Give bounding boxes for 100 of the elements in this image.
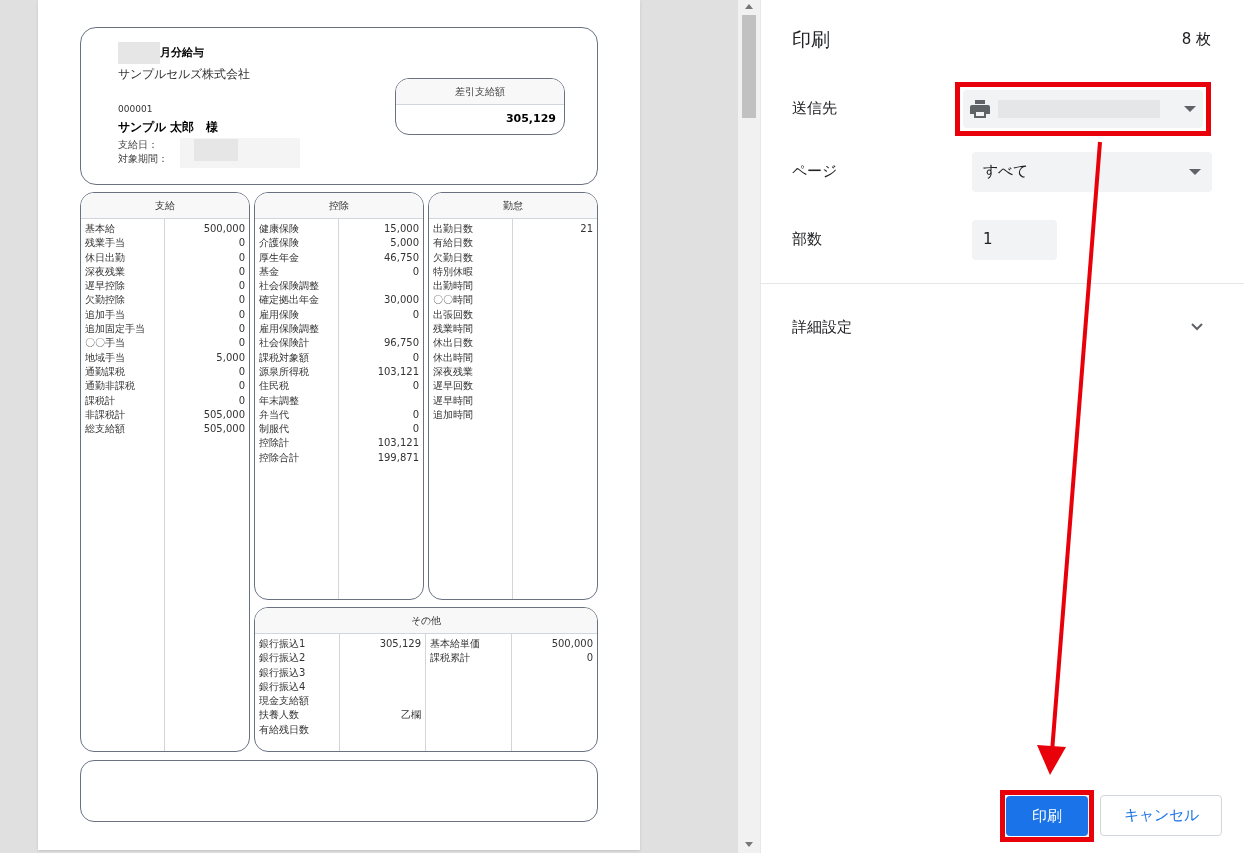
item-label: 介護保険 [259,236,299,251]
dropdown-caret-icon [1184,105,1196,112]
item-label: 弁当代 [259,407,289,422]
item-label: 通勤課税 [85,364,125,379]
item-value: 505,000 [203,407,245,422]
section-title: 勤怠 [503,199,523,213]
item-value: 0 [412,350,419,365]
item-value: 46,750 [384,250,419,265]
item-value: 0 [412,407,419,422]
item-label: 追加時間 [433,407,473,422]
item-value: 0 [412,307,419,322]
item-label: 雇用保険調整 [259,322,319,337]
item-label: 追加固定手当 [85,322,145,337]
item-label: 出張回数 [433,307,473,322]
item-value: 0 [238,336,245,351]
item-label: 銀行振込3 [259,665,306,680]
item-label: 銀行振込1 [259,637,306,651]
employee-id: 000001 [118,103,153,116]
item-value: 505,000 [203,422,245,437]
item-label: 深夜残業 [85,264,125,279]
item-label: 控除計 [259,436,289,451]
employee-name: サンプル 太郎 様 [118,118,219,136]
item-label: 銀行振込2 [259,651,306,666]
item-label: 年末調整 [259,393,299,408]
item-value: 103,121 [377,436,419,451]
item-value: 0 [238,236,245,251]
item-value: 0 [238,307,245,322]
item-label: 基本給 [85,222,115,236]
dialog-title: 印刷 [792,27,830,52]
item-label: 深夜残業 [433,364,473,379]
pages-label: ページ [792,161,838,183]
item-label: 課税計 [85,393,115,408]
item-label: 〇〇時間 [433,293,473,308]
item-label: 通勤非課税 [85,379,135,394]
item-label: 遅早控除 [85,279,125,294]
pay-date-label: 支給日： [118,137,158,152]
scrollbar[interactable] [738,0,760,853]
scroll-up-icon[interactable] [745,4,753,9]
item-label: 〇〇手当 [85,336,125,351]
item-label: 課税対象額 [259,350,309,365]
item-value: 0 [238,264,245,279]
destination-select[interactable] [963,89,1203,128]
item-label: 休日出勤 [85,250,125,265]
item-label: 基本給単価 [430,637,480,651]
cancel-button[interactable]: キャンセル [1100,795,1222,836]
item-label: 扶養人数 [259,708,299,723]
net-pay-amount: 305,129 [505,111,556,128]
period-label: 対象期間： [118,151,168,166]
item-label: 地域手当 [85,350,125,365]
item-label: 追加手当 [85,307,125,322]
item-label: 社会保険計 [259,336,309,351]
item-value: 96,750 [384,336,419,351]
item-label: 課税累計 [430,651,470,666]
item-label: 控除合計 [259,450,299,465]
section-title: 支給 [155,199,175,213]
item-label: 源泉所得税 [259,364,309,379]
dropdown-caret-icon [1189,168,1201,175]
item-value: 5,000 [390,236,419,251]
payslip-title: 月分給与 [160,44,204,61]
print-button[interactable]: 印刷 [1006,796,1088,836]
item-label: 特別休暇 [433,264,473,279]
item-value: 21 [580,222,593,236]
destination-label: 送信先 [792,98,838,120]
item-value: 0 [238,364,245,379]
scroll-thumb[interactable] [742,15,756,118]
item-value: 0 [412,422,419,437]
net-pay-label: 差引支給額 [455,85,505,99]
more-settings-toggle[interactable]: 詳細設定 [792,315,1213,338]
printer-icon [970,99,990,118]
item-label: 非課税計 [85,407,125,422]
copies-field[interactable]: 1 [972,219,1057,260]
item-label: 制服代 [259,422,289,437]
item-value: 0 [238,379,245,394]
item-label: 現金支給額 [259,694,309,709]
item-label: 住民税 [259,379,289,394]
item-value: 0 [586,651,593,666]
item-value: 0 [238,250,245,265]
item-value: 500,000 [203,222,245,236]
item-label: 欠勤控除 [85,293,125,308]
item-value: 15,000 [384,222,419,236]
item-value: 0 [238,322,245,337]
copies-label: 部数 [792,229,823,251]
item-label: 出勤日数 [433,222,473,236]
item-label: 遅早時間 [433,393,473,408]
item-value: 乙欄 [401,708,421,723]
item-label: 基金 [259,264,279,279]
item-value: 5,000 [216,350,245,365]
item-value: 199,871 [377,450,419,465]
item-value: 0 [412,264,419,279]
item-label: 遅早回数 [433,379,473,394]
pages-select[interactable]: すべて [972,151,1212,192]
item-label: 確定拠出年金 [259,293,319,308]
scroll-down-icon[interactable] [745,842,753,847]
item-label: 残業時間 [433,322,473,337]
item-label: 銀行振込4 [259,679,306,694]
item-label: 残業手当 [85,236,125,251]
sheet-count: 8 枚 [1181,29,1211,50]
item-value: 30,000 [384,293,419,308]
item-label: 有給残日数 [259,722,309,737]
item-value: 0 [238,293,245,308]
